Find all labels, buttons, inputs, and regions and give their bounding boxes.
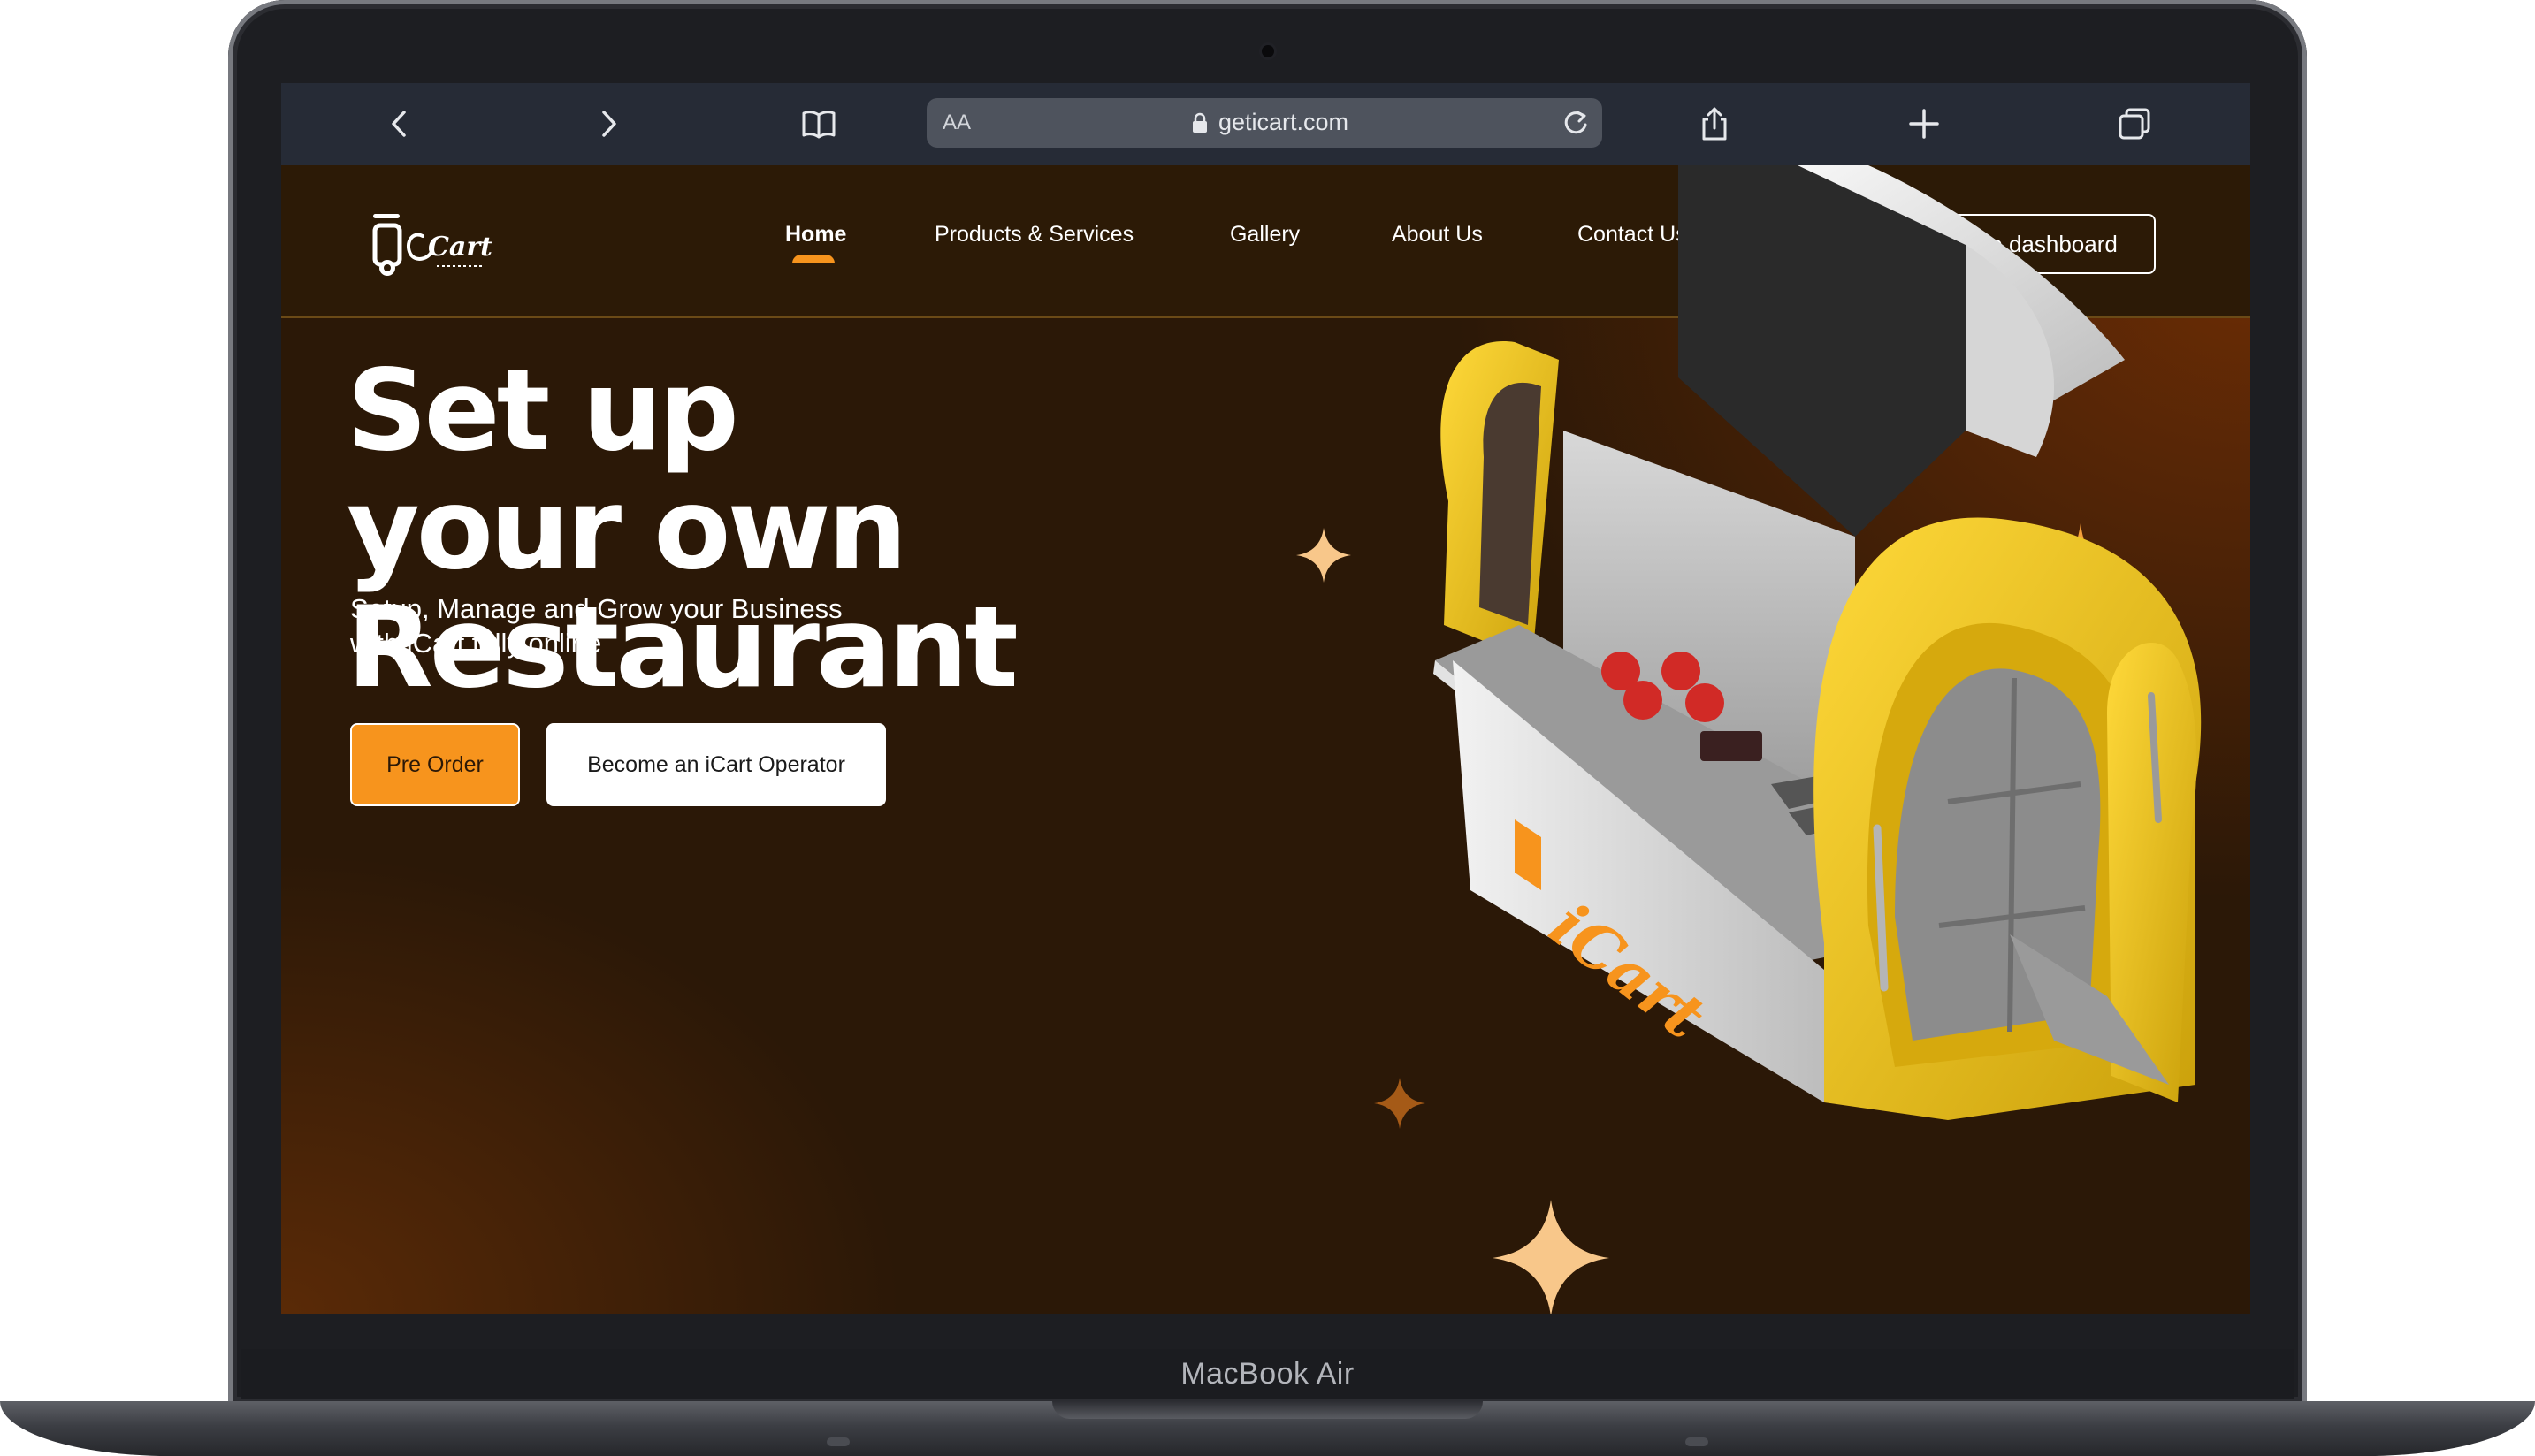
burner	[1661, 652, 1700, 690]
new-tab-button[interactable]	[1899, 99, 1949, 149]
forward-button[interactable]	[584, 99, 633, 149]
hero-subtitle: Setup, Manage and Grow your Business wit…	[350, 591, 969, 660]
nav-gallery[interactable]: Gallery	[1230, 222, 1300, 248]
hero-title-line: your own	[347, 463, 907, 594]
url-text: geticart.com	[1218, 109, 1349, 135]
new-tab-plus-icon	[1909, 109, 1939, 139]
icart-kiosk-illustration: iCart	[1433, 165, 2202, 1120]
device-label: MacBook Air	[1180, 1356, 1355, 1391]
nav-active-indicator	[792, 255, 835, 263]
become-operator-button[interactable]: Become an iCart Operator	[546, 723, 886, 806]
url-display: geticart.com	[1192, 109, 1348, 136]
control-panel	[1700, 731, 1762, 761]
address-bar[interactable]: AA geticart.com	[927, 98, 1602, 148]
pre-order-button[interactable]: Pre Order	[350, 723, 520, 806]
nav-products-services[interactable]: Products & Services	[935, 222, 1134, 248]
webcam	[1262, 45, 1274, 57]
laptop-chin: MacBook Air	[241, 1349, 2294, 1399]
browser-toolbar: AA geticart.com	[281, 83, 2250, 165]
icart-logo[interactable]: Cart	[370, 211, 502, 282]
tabs-overview-icon	[2119, 108, 2150, 140]
laptop-hinge-notch	[1052, 1401, 1483, 1419]
forward-chevron-icon	[602, 111, 616, 137]
burner	[1685, 683, 1724, 722]
hero-subtitle-line: with iCart fully online	[350, 628, 602, 659]
web-page: Cart Home Products & Services Gallery Ab…	[281, 165, 2250, 1314]
laptop-screen: AA geticart.com Cart Home Products & Ser…	[281, 83, 2250, 1314]
bookmarks-button[interactable]	[794, 99, 844, 149]
reload-icon[interactable]	[1556, 103, 1595, 142]
tabs-overview-button[interactable]	[2110, 99, 2159, 149]
hero-title-line: Set up	[347, 345, 739, 476]
bookmarks-book-icon	[802, 111, 836, 139]
back-button[interactable]	[375, 99, 424, 149]
share-icon	[1702, 107, 1727, 141]
hero-subtitle-line: Setup, Manage and Grow your Business	[350, 593, 843, 624]
logo-wordmark: Cart	[428, 232, 492, 263]
burner	[1623, 681, 1662, 720]
back-chevron-icon	[392, 111, 406, 137]
laptop-foot	[1685, 1437, 1708, 1446]
reader-aa-button[interactable]: AA	[943, 111, 971, 135]
laptop-foot	[827, 1437, 850, 1446]
nav-home[interactable]: Home	[785, 222, 846, 248]
lock-icon	[1193, 112, 1207, 133]
share-button[interactable]	[1690, 99, 1739, 149]
sparkle-icon	[1493, 1200, 1609, 1314]
